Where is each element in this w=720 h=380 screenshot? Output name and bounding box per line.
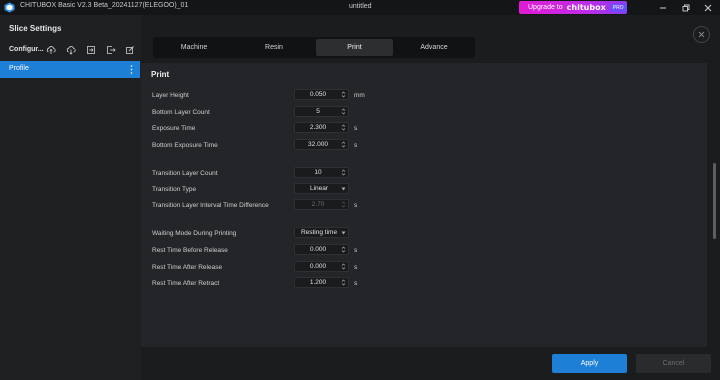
exposure-time-value: 2.300 [309, 124, 327, 131]
export-icon[interactable] [106, 45, 116, 55]
transition-layer-count-label: Transition Layer Count [152, 170, 218, 177]
spin-arrows-icon[interactable] [340, 168, 347, 177]
transition-interval-label: Transition Layer Interval Time Differenc… [152, 202, 269, 209]
transition-type-value: Linear [309, 185, 329, 192]
upgrade-brand: chitubox [566, 3, 606, 12]
dropdown-arrow-icon [341, 231, 346, 235]
upgrade-pro-badge: PRO [609, 3, 627, 12]
waiting-mode-label: Waiting Mode During Printing [152, 230, 237, 237]
transition-interval-value: 2.70 [311, 201, 325, 208]
configuration-label: Configur... [9, 46, 44, 53]
restore-icon [682, 4, 690, 11]
transition-layer-count-value: 10 [314, 169, 322, 176]
waiting-mode-value: Resting time [300, 229, 338, 236]
rest-after-release-value: 0.000 [309, 263, 327, 270]
spin-arrows-icon[interactable] [340, 245, 347, 254]
app-title: CHITUBOX Basic V2.3 Beta_20241127(ELEGOO… [20, 2, 189, 9]
rest-before-release-input[interactable]: 0.000 [294, 244, 349, 255]
bottom-exposure-time-value: 32.000 [308, 141, 328, 148]
close-window-button[interactable] [700, 1, 716, 14]
bottom-exposure-time-label: Bottom Exposure Time [152, 142, 218, 149]
dropdown-arrow-icon [341, 187, 346, 191]
rest-before-release-unit: s [354, 247, 358, 254]
spin-arrows-icon[interactable] [340, 123, 347, 132]
rest-after-retract-value: 1.200 [309, 279, 327, 286]
upgrade-prefix: Upgrade to [528, 4, 563, 11]
configuration-toolbar: Configur... [0, 42, 141, 58]
profile-list-item[interactable]: Profile [0, 61, 140, 78]
rest-after-retract-label: Rest Time After Retract [152, 280, 220, 287]
bottom-exposure-time-unit: s [354, 142, 358, 149]
bottom-exposure-time-input[interactable]: 32.000 [294, 139, 349, 150]
bottom-layer-count-input[interactable]: 5 [294, 106, 349, 117]
rest-after-release-input[interactable]: 0.000 [294, 261, 349, 272]
apply-button[interactable]: Apply [552, 354, 627, 373]
rest-before-release-label: Rest Time Before Release [152, 247, 228, 254]
edit-profile-icon[interactable] [125, 45, 135, 55]
layer-height-label: Layer Height [152, 92, 189, 99]
document-title: untitled [349, 3, 372, 10]
rest-before-release-value: 0.000 [309, 246, 327, 253]
cancel-button[interactable]: Cancel [636, 354, 711, 373]
settings-tab-bar: Machine Resin Print Advance [153, 37, 475, 58]
chitubox-logo-icon [4, 2, 15, 13]
cloud-download-icon[interactable] [66, 45, 76, 55]
exposure-time-label: Exposure Time [152, 125, 196, 132]
profile-label: Profile [9, 65, 29, 72]
minimize-button[interactable] [655, 1, 671, 14]
rest-after-release-label: Rest Time After Release [152, 264, 223, 271]
spin-arrows-icon [341, 201, 346, 208]
cloud-upload-icon[interactable] [46, 45, 56, 55]
tab-resin[interactable]: Resin [235, 39, 313, 56]
transition-type-select[interactable]: Linear [294, 183, 349, 194]
close-dialog-button[interactable] [693, 26, 710, 43]
exposure-time-unit: s [354, 125, 358, 132]
import-icon[interactable] [86, 45, 96, 55]
scrollbar-thumb[interactable] [713, 163, 716, 239]
spin-arrows-icon[interactable] [340, 140, 347, 149]
tab-machine[interactable]: Machine [155, 39, 233, 56]
waiting-mode-select[interactable]: Resting time [294, 227, 349, 238]
transition-interval-input: 2.70 [294, 199, 349, 210]
exposure-time-input[interactable]: 2.300 [294, 122, 349, 133]
bottom-layer-count-label: Bottom Layer Count [152, 109, 210, 116]
close-icon [704, 4, 712, 11]
upgrade-button[interactable]: Upgrade to chitubox PRO [519, 1, 627, 14]
transition-type-label: Transition Type [152, 186, 197, 193]
bottom-layer-count-value: 5 [316, 108, 320, 115]
section-title: Print [151, 70, 170, 79]
slice-settings-title: Slice Settings [9, 24, 62, 33]
spin-arrows-icon[interactable] [340, 107, 347, 116]
layer-height-unit: mm [354, 92, 365, 99]
transition-layer-count-input[interactable]: 10 [294, 167, 349, 178]
minimize-icon [660, 7, 666, 8]
tab-advance[interactable]: Advance [395, 39, 473, 56]
more-vertical-icon[interactable] [130, 64, 133, 75]
maximize-button[interactable] [678, 1, 694, 14]
spin-arrows-icon[interactable] [340, 278, 347, 287]
layer-height-input[interactable]: 0.050 [294, 89, 349, 100]
rest-after-release-unit: s [354, 264, 358, 271]
spin-arrows-icon[interactable] [340, 90, 347, 99]
dialog-footer [141, 347, 720, 380]
rest-after-retract-input[interactable]: 1.200 [294, 277, 349, 288]
spin-arrows-icon[interactable] [340, 262, 347, 271]
rest-after-retract-unit: s [354, 280, 358, 287]
title-bar: CHITUBOX Basic V2.3 Beta_20241127(ELEGOO… [0, 0, 720, 15]
layer-height-value: 0.050 [309, 91, 327, 98]
close-icon [698, 31, 705, 38]
transition-interval-unit: s [354, 202, 358, 209]
tab-print[interactable]: Print [316, 39, 393, 56]
